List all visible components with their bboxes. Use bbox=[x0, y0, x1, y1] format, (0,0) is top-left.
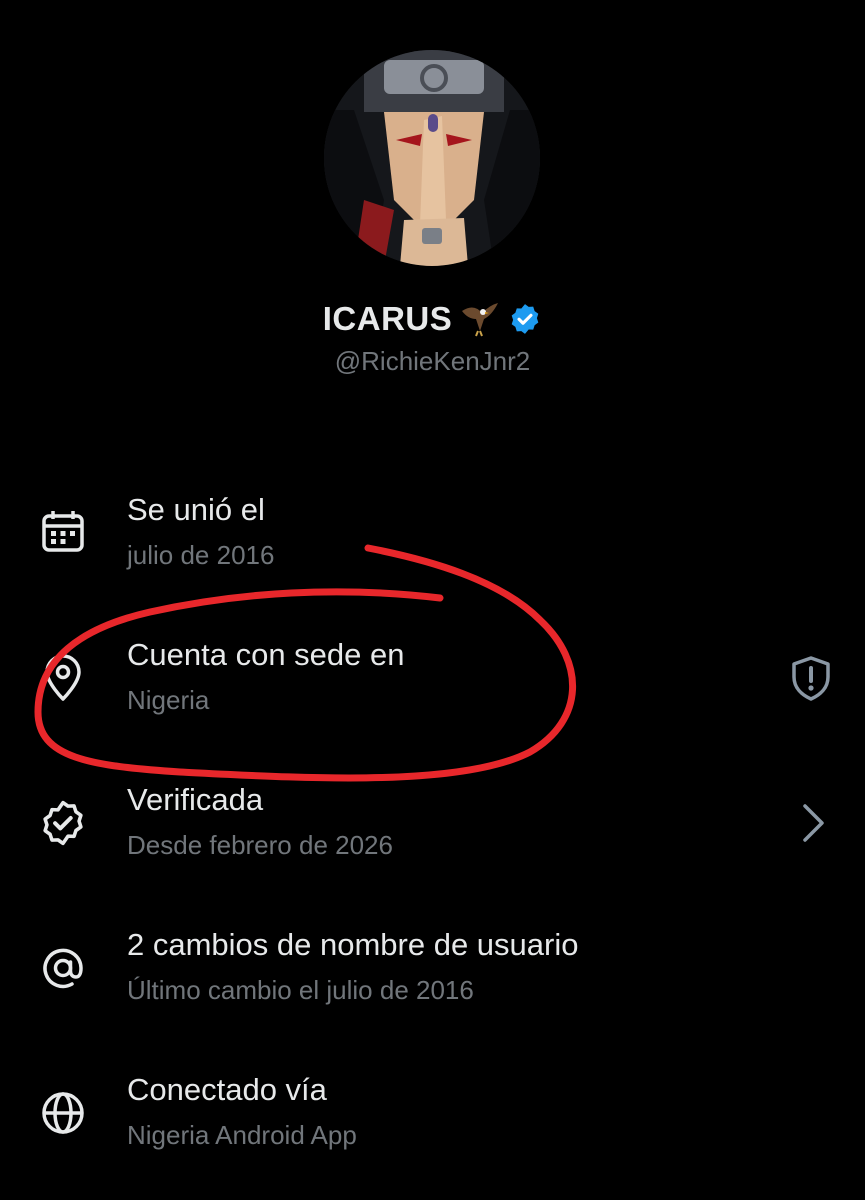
profile-name-row: ICARUS bbox=[0, 300, 865, 338]
verified-badge-icon[interactable] bbox=[508, 302, 542, 336]
row-subtitle: julio de 2016 bbox=[127, 540, 275, 570]
row-subtitle: Desde febrero de 2026 bbox=[127, 830, 393, 860]
row-title: Cuenta con sede en bbox=[127, 637, 405, 672]
info-row-location: Cuenta con sede en Nigeria bbox=[0, 637, 865, 747]
row-title: 2 cambios de nombre de usuario bbox=[127, 927, 579, 962]
info-row-username-changes: 2 cambios de nombre de usuario Último ca… bbox=[0, 927, 865, 1037]
avatar[interactable] bbox=[324, 50, 540, 266]
location-pin-icon bbox=[38, 653, 88, 703]
calendar-icon bbox=[38, 506, 88, 556]
eagle-icon bbox=[460, 301, 500, 337]
row-subtitle: Nigeria Android App bbox=[127, 1120, 357, 1150]
at-sign-icon bbox=[38, 943, 88, 993]
info-row-verified[interactable]: Verificada Desde febrero de 2026 bbox=[0, 782, 865, 892]
display-name: ICARUS bbox=[322, 300, 453, 337]
row-title: Conectado vía bbox=[127, 1072, 327, 1107]
chevron-right-icon[interactable] bbox=[786, 798, 836, 848]
info-row-joined: Se unió el julio de 2016 bbox=[0, 492, 865, 602]
profile-handle: @RichieKenJnr2 bbox=[334, 346, 531, 376]
row-title: Verificada bbox=[127, 782, 264, 817]
row-title: Se unió el bbox=[127, 492, 265, 527]
row-subtitle: Último cambio el julio de 2016 bbox=[127, 975, 474, 1005]
verified-outline-icon bbox=[38, 798, 88, 848]
info-row-connected-via: Conectado vía Nigeria Android App bbox=[0, 1072, 865, 1182]
avatar-image bbox=[324, 50, 540, 266]
shield-alert-icon[interactable] bbox=[786, 653, 836, 703]
globe-icon bbox=[38, 1088, 88, 1138]
row-subtitle: Nigeria bbox=[127, 685, 210, 715]
